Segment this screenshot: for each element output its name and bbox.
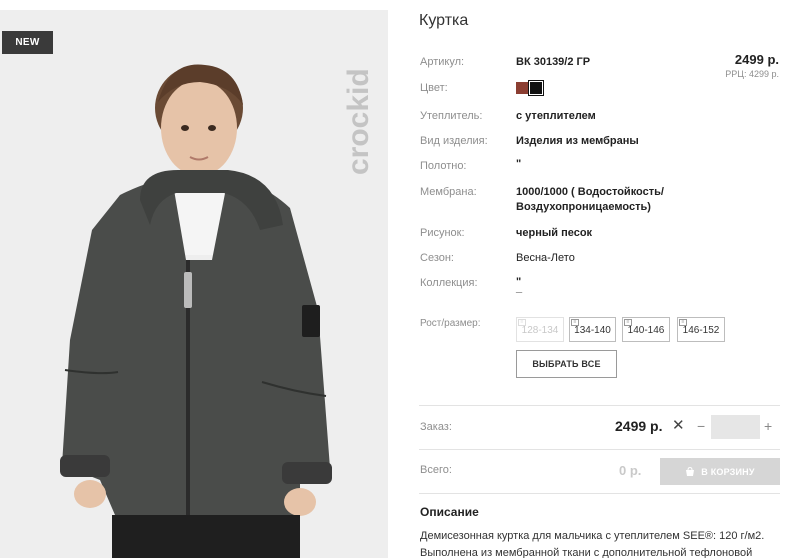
size-option-134-140[interactable]: ≡ 134-140 — [569, 317, 616, 342]
brand-logo: crockid — [342, 68, 375, 175]
spec-label-insulation: Утеплитель: — [420, 110, 483, 122]
spec-value-insulation: с утеплителем — [516, 110, 596, 122]
order-price: 2499 р. — [615, 418, 663, 434]
size-chart-icon: ≡ — [571, 319, 579, 326]
spec-value-membrane-line2: Воздухопроницаемость) — [516, 201, 651, 213]
description-line: Демисезонная куртка для мальчика с утепл… — [420, 530, 765, 542]
total-value: 0 р. — [619, 463, 642, 478]
quantity-decrement-button[interactable]: − — [697, 418, 705, 434]
size-option-128-134: ≡ 128-134 — [516, 317, 564, 342]
cart-icon — [686, 466, 695, 476]
quantity-increment-button[interactable]: + — [764, 418, 772, 434]
spec-label-membrane: Мембрана: — [420, 186, 477, 198]
spec-value-membrane-line1: 1000/1000 ( Водостойкость/ — [516, 186, 664, 198]
spec-value-fabric: " — [516, 158, 522, 170]
times-icon: ✕ — [672, 417, 685, 434]
spec-label-type: Вид изделия: — [420, 135, 488, 147]
brand-logo-text: crockid — [342, 68, 375, 175]
size-chart-icon: ≡ — [679, 319, 687, 326]
divider — [419, 405, 780, 406]
size-chart-icon: ≡ — [624, 319, 632, 326]
spec-value-collection-line2: _ — [516, 282, 523, 294]
spec-value-pattern: черный песок — [516, 227, 593, 239]
add-to-cart-label: В КОРЗИНУ — [701, 466, 755, 477]
size-option-146-152[interactable]: ≡ 146-152 — [677, 317, 725, 342]
color-swatch-black[interactable] — [528, 80, 544, 96]
description-title: Описание — [420, 505, 479, 519]
spec-value-type: Изделия из мембраны — [516, 135, 639, 147]
size-option-label: 134-140 — [574, 325, 611, 336]
spec-label-pattern: Рисунок: — [420, 227, 465, 239]
description-text: Демисезонная куртка для мальчика с утепл… — [420, 528, 790, 558]
spec-label-collection: Коллекция: — [420, 277, 478, 289]
color-swatch-brown[interactable] — [516, 82, 528, 94]
size-option-label: 146-152 — [682, 325, 720, 336]
quantity-input[interactable] — [711, 415, 760, 439]
order-label: Заказ: — [420, 421, 452, 433]
size-option-140-146[interactable]: ≡ 140-146 — [622, 317, 670, 342]
size-label: Рост/размер: — [420, 318, 481, 329]
spec-value-article: ВК 30139/2 ГР — [516, 56, 591, 68]
spec-label-fabric: Полотно: — [420, 160, 467, 172]
divider — [419, 493, 780, 494]
description-line: Выполнена из мембранной ткани с дополнит… — [420, 547, 753, 558]
product-title: Куртка — [419, 12, 469, 29]
spec-label-article: Артикул: — [420, 56, 465, 68]
divider — [419, 449, 780, 450]
spec-label-color: Цвет: — [420, 82, 448, 94]
size-chart-icon: ≡ — [518, 319, 526, 326]
select-all-button[interactable]: ВЫБРАТЬ ВСЕ — [516, 350, 617, 378]
size-option-label: 128-134 — [521, 325, 559, 336]
total-label: Всего: — [420, 464, 452, 476]
new-badge: NEW — [2, 31, 53, 54]
spec-label-season: Сезон: — [420, 252, 454, 264]
add-to-cart-button[interactable]: В КОРЗИНУ — [660, 458, 780, 485]
size-option-label: 140-146 — [627, 325, 665, 336]
product-price: 2499 р. — [734, 52, 779, 67]
spec-value-season: Весна-Лето — [516, 252, 575, 264]
product-image[interactable]: NEW crockid — [0, 10, 388, 558]
rrp-price: РРЦ: 4299 р. — [725, 69, 779, 79]
